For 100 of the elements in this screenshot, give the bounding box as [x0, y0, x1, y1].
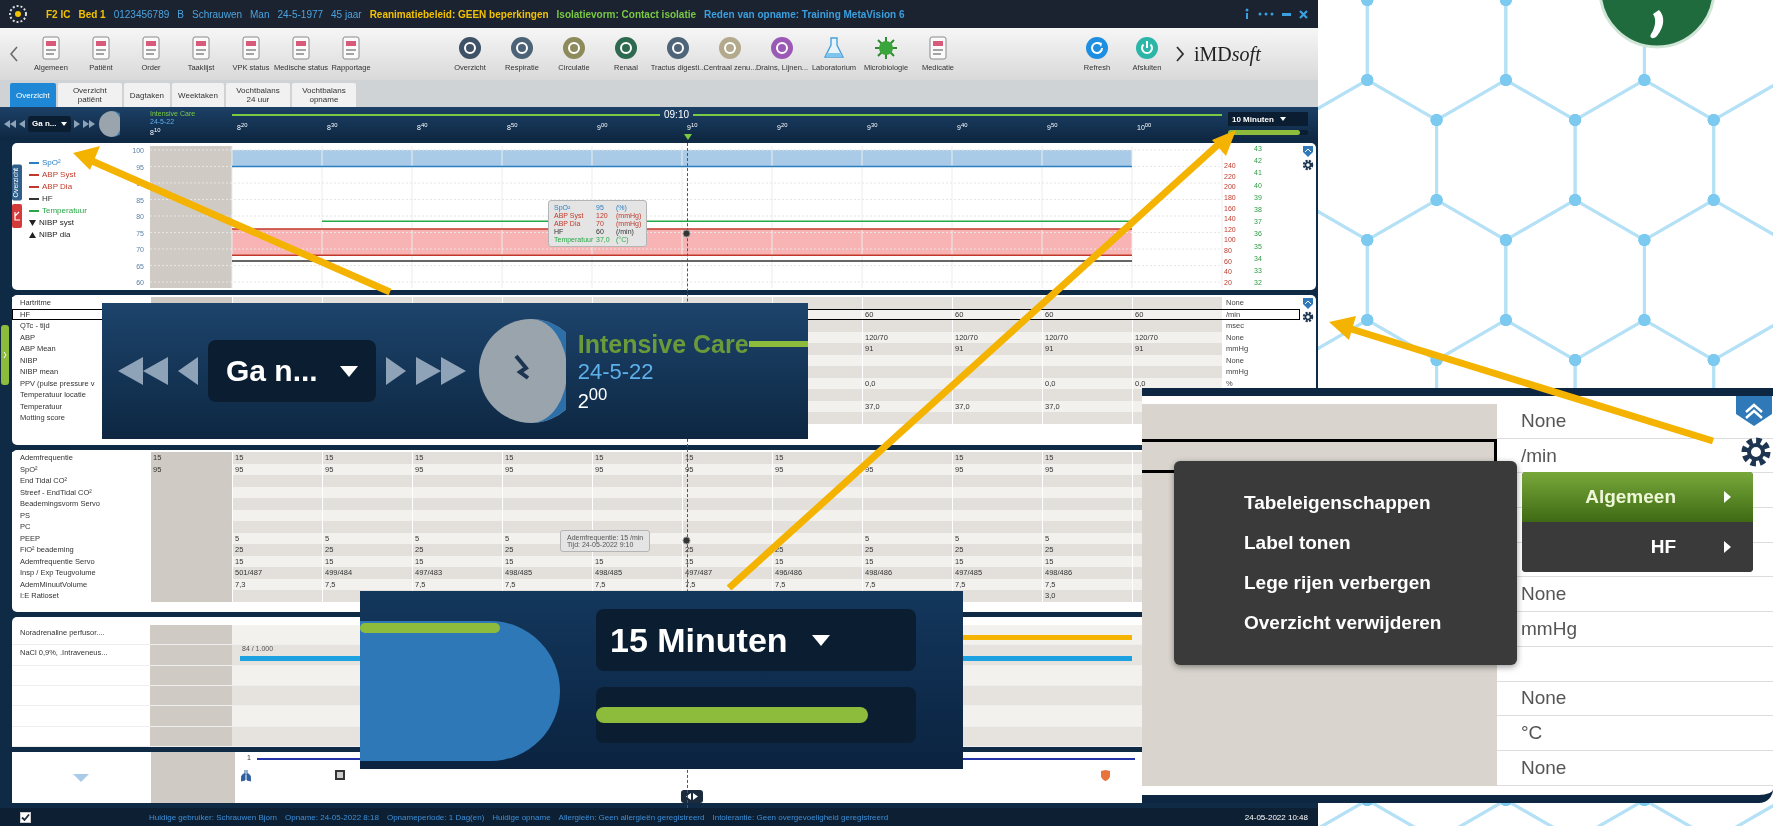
tab[interactable]: Vochtbalans opname: [291, 83, 356, 107]
brand-logo: iMDsoft: [1194, 42, 1261, 66]
status-text: Opnameperiode: 1 Dag(en): [386, 812, 485, 822]
collapse-icon[interactable]: [1736, 396, 1772, 426]
navigate-dropdown[interactable]: Ga n...: [208, 340, 376, 402]
patient-sex: Man: [250, 8, 270, 20]
legend-label: NIBP dia: [39, 230, 71, 239]
legend-label: ABP Dia: [42, 182, 73, 191]
info-icon[interactable]: [1244, 8, 1250, 20]
birth-date: 24-5-1977: [277, 8, 324, 20]
image-icon: [335, 770, 345, 780]
collapse-icon[interactable]: [1302, 297, 1314, 309]
admission-reason: Reden van opname: Training MetaVision 6: [704, 8, 905, 20]
settings-icon[interactable]: [1740, 436, 1772, 468]
status-text: Intolerantie: Geen overgevoeligheid geregistreerd: [712, 812, 889, 822]
step-back-icon[interactable]: [19, 119, 25, 128]
shield-icon: [1101, 770, 1110, 781]
unit-name: F2 IC: [46, 8, 71, 20]
isolation-label: Isolatievorm: Contact isolatie: [556, 8, 697, 20]
skip-back-icon[interactable]: [118, 357, 168, 385]
scroll-button[interactable]: [681, 790, 703, 803]
data-point-icon: [682, 536, 691, 545]
more-icon[interactable]: [1258, 12, 1274, 16]
skip-back-icon[interactable]: [4, 119, 16, 128]
menu-item[interactable]: Label tonen: [1174, 528, 1517, 558]
patient-id: 0123456789: [113, 8, 170, 20]
power-icon: [1135, 36, 1159, 60]
legend-label: HF: [42, 194, 53, 203]
settings-icon[interactable]: [1302, 159, 1314, 171]
patient-surname: Schrauwen: [192, 8, 242, 20]
current-time: 09:10: [663, 109, 691, 120]
lungs-icon: [241, 770, 251, 782]
virus-icon: [874, 36, 898, 60]
caret-right-icon: [1724, 541, 1731, 553]
legend-label: NIBP syst: [39, 218, 74, 227]
time-marker-icon: [684, 134, 692, 140]
status-text: Allergieën: Geen allergieën geregistreerd: [558, 812, 705, 822]
flask-icon: [822, 36, 846, 60]
unit-label: None: [1521, 583, 1567, 606]
status-text: Opname: 24-05-2022 8:18: [285, 812, 379, 822]
tab[interactable]: Overzicht patiënt: [57, 83, 122, 107]
step-back-icon[interactable]: [178, 357, 198, 385]
document-icon: [927, 36, 949, 60]
document-icon: [190, 36, 212, 60]
zoom-slider[interactable]: [596, 687, 916, 743]
time-tick: 2$^{00}$: [577, 384, 609, 413]
document-icon: [340, 36, 362, 60]
checkbox[interactable]: [20, 811, 31, 823]
patient-age: 45 jaar: [331, 8, 362, 20]
tab[interactable]: Dagtaken: [123, 83, 171, 107]
caret-right-icon: [1724, 491, 1731, 503]
chart-tab-icon[interactable]: [12, 203, 22, 228]
status-datetime: 24-05-2022 10:48: [1244, 812, 1308, 822]
interval-dropdown[interactable]: 10 Minuten: [1228, 112, 1308, 126]
skip-forward-icon[interactable]: [415, 357, 466, 385]
close-icon[interactable]: [1299, 9, 1308, 19]
document-icon: [290, 36, 312, 60]
document-icon: [140, 36, 162, 60]
minimize-icon[interactable]: [1282, 12, 1291, 16]
menu-item[interactable]: Lege rijen verbergen: [1174, 568, 1517, 598]
check-icon: [21, 812, 30, 822]
unit-label: mmHg: [1521, 617, 1577, 640]
unit-label: °C: [1521, 722, 1543, 745]
refresh-icon: [1085, 36, 1109, 60]
skip-forward-icon[interactable]: [83, 119, 96, 128]
chevron-left-icon[interactable]: [10, 46, 18, 62]
data-point-icon: [682, 229, 691, 238]
unit-label: None: [1521, 409, 1567, 432]
step-forward-icon[interactable]: [385, 357, 406, 385]
document-icon: [40, 36, 62, 60]
unit-label: Intensive Care: [577, 329, 749, 359]
navigate-dropdown[interactable]: Ga n...: [28, 115, 72, 132]
status-text: Huidige opname: [492, 812, 551, 822]
status-text: Huidige gebruiker: Schrauwen Bjorn: [149, 812, 278, 822]
chevron-right-icon[interactable]: [1176, 46, 1184, 62]
crescent-icon: [98, 109, 121, 138]
step-forward-icon[interactable]: [74, 119, 81, 128]
collapse-icon[interactable]: [1302, 145, 1314, 157]
menu-item[interactable]: Algemeen: [1522, 472, 1753, 522]
interval-dropdown[interactable]: 15 Minuten: [596, 609, 916, 671]
bed-label: Bed 1: [78, 8, 106, 20]
tab[interactable]: Overzicht: [10, 83, 56, 107]
unit-label: None: [1521, 756, 1567, 779]
caret-icon: [1279, 117, 1286, 121]
patient-initial: B: [177, 8, 184, 20]
caret-icon: [61, 121, 68, 126]
menu-item[interactable]: Tabeleigenschappen: [1174, 488, 1517, 518]
logo-icon: [8, 4, 28, 24]
tab[interactable]: Vochtbalans 24 uur: [225, 83, 290, 107]
left-right-arrows-icon: [686, 793, 698, 800]
date-label: 24-5-22: [577, 358, 655, 385]
document-icon: [90, 36, 112, 60]
menu-item[interactable]: Overzicht verwijderen: [1174, 608, 1517, 638]
resuscitation-policy: Reanimatiebeleid: GEEN beperkingen: [369, 8, 549, 20]
document-icon: [240, 36, 262, 60]
legend-label: SpO²: [42, 158, 61, 167]
unit-label: None: [1521, 687, 1567, 710]
settings-icon[interactable]: [1302, 311, 1314, 323]
unit-label: /min: [1521, 444, 1557, 467]
tab[interactable]: Weektaken: [172, 83, 224, 107]
